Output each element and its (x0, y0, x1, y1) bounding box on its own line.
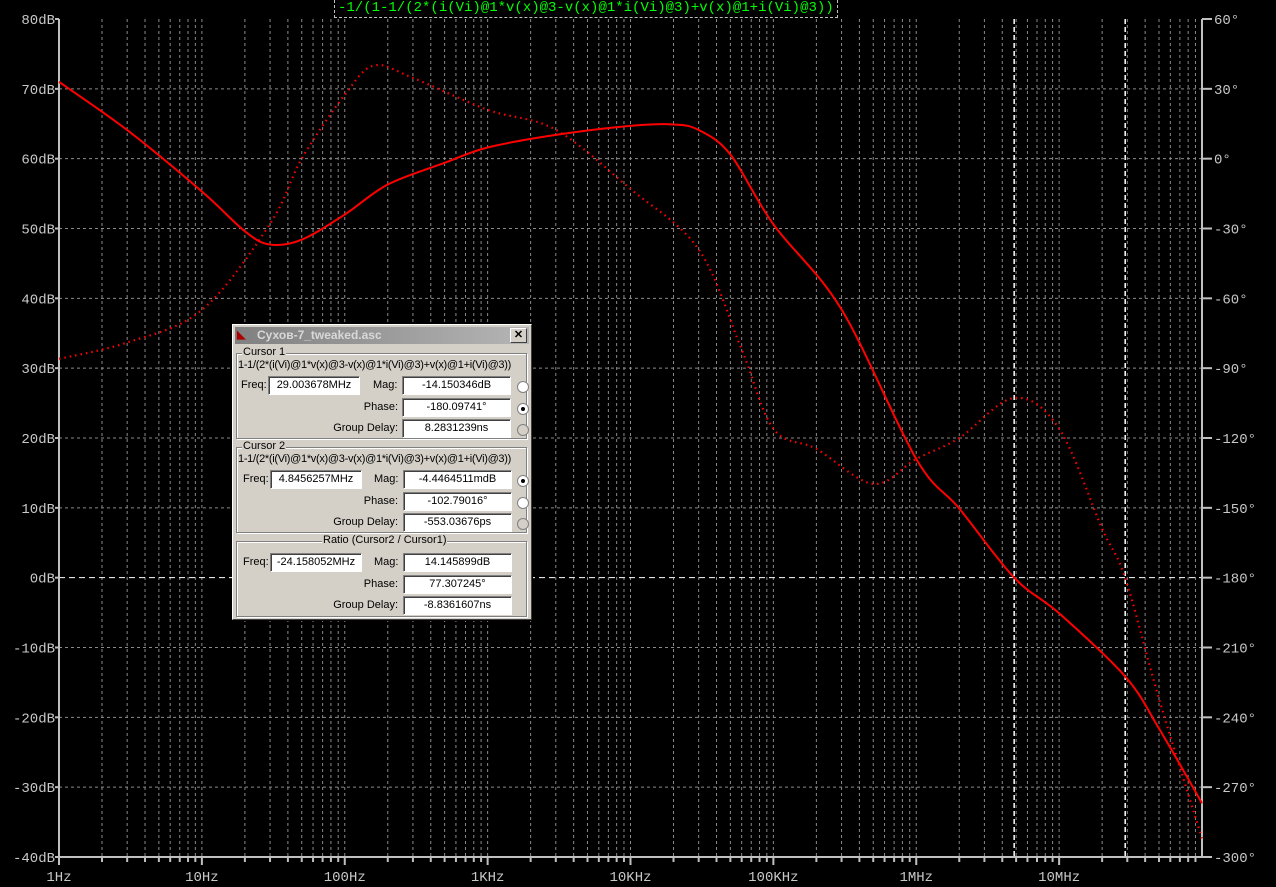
cursor2-expression: 1-1/(2*(i(Vi)@1*v(x)@3-v(x)@1*i(Vi)@3)+v… (238, 453, 511, 465)
ratio-label: Ratio (Cursor2 / Cursor1) (322, 534, 448, 546)
x-tick-label: 100Hz (324, 870, 366, 886)
cursor-dialog: ◣ Сухов-7_tweaked.asc ✕ Cursor 1 1-1/(2*… (232, 324, 532, 620)
y-left-tick-label: 10dB (21, 502, 55, 518)
x-tick-label: 10Hz (185, 870, 219, 886)
cursor1-phase-field[interactable]: -180.09741° (402, 398, 511, 417)
x-tick-label: 1KHz (471, 870, 505, 886)
y-right-tick-label: -240° (1214, 711, 1256, 727)
y-right-tick-label: -300° (1214, 851, 1256, 867)
cursor1-freq-field[interactable]: 29.003678MHz (268, 376, 360, 395)
cursor1-phase-radio[interactable] (517, 403, 529, 415)
y-right-tick-label: -30° (1214, 223, 1248, 239)
cursor2-group: Cursor 2 1-1/(2*(i(Vi)@1*v(x)@3-v(x)@1*i… (236, 440, 529, 533)
mag-label: Mag: (374, 473, 399, 485)
cursor1-group: Cursor 1 1-1/(2*(i(Vi)@1*v(x)@3-v(x)@1*i… (236, 346, 529, 439)
y-right-tick-label: 0° (1214, 153, 1231, 169)
y-left-tick-label: -10dB (13, 642, 55, 658)
y-left-tick-label: -40dB (13, 851, 55, 867)
mag-label: Mag: (373, 379, 398, 391)
cursor1-group-delay-radio[interactable] (517, 424, 529, 436)
y-left-tick-label: 50dB (21, 223, 55, 239)
y-right-tick-label: -60° (1214, 292, 1248, 308)
cursor1-expression: 1-1/(2*(i(Vi)@1*v(x)@3-v(x)@1*i(Vi)@3)+v… (238, 359, 511, 371)
cursor2-label: Cursor 2 (242, 440, 287, 452)
cursor2-freq-field[interactable]: 4.8456257MHz (270, 470, 362, 489)
y-left-tick-label: 0dB (30, 572, 55, 588)
cursor1-mag-radio[interactable] (517, 381, 529, 393)
cursor1-group-delay-field[interactable]: 8.2831239ns (402, 419, 511, 438)
y-right-tick-label: 60° (1214, 13, 1239, 29)
x-tick-label: 1MHz (899, 870, 933, 886)
trace-expression-title[interactable]: -1/(1-1/(2*(i(Vi)@1*v(x)@3-v(x)@1*i(Vi)@… (334, 0, 838, 18)
cursor2-phase-field[interactable]: -102.79016° (403, 492, 512, 511)
y-right-tick-label: -90° (1214, 362, 1248, 378)
ratio-group-delay-field[interactable]: -8.8361607ns (403, 596, 512, 615)
group-delay-label: Group Delay: (333, 599, 398, 611)
ratio-group: Ratio (Cursor2 / Cursor1) Freq: -24.1580… (236, 534, 527, 617)
y-left-tick-label: -30dB (13, 781, 55, 797)
close-button[interactable]: ✕ (510, 328, 527, 343)
dialog-title: Сухов-7_tweaked.asc (257, 328, 382, 342)
ltspice-icon: ◣ (237, 329, 246, 341)
x-tick-label: 1Hz (46, 870, 71, 886)
freq-label: Freq: (243, 556, 269, 568)
group-delay-label: Group Delay: (333, 516, 398, 528)
magnitude-trace (58, 81, 1203, 804)
phase-label: Phase: (363, 401, 398, 413)
x-tick-label: 10MHz (1038, 870, 1080, 886)
y-left-tick-label: 30dB (21, 362, 55, 378)
y-right-tick-label: -180° (1214, 572, 1256, 588)
group-delay-label: Group Delay: (333, 422, 398, 434)
mag-label: Mag: (374, 556, 399, 568)
cursor2-group-delay-radio[interactable] (517, 518, 529, 530)
phase-label: Phase: (363, 578, 398, 590)
bode-plot[interactable]: 80dB 70dB 60dB 50dB 40dB 30dB 20dB 10dB 0dB -10dB… (0, 0, 1276, 887)
cursor1-label: Cursor 1 (242, 346, 287, 358)
y-left-tick-label: 80dB (21, 13, 55, 29)
y-right-tick-label: 30° (1214, 83, 1239, 99)
y-right-tick-label: -120° (1214, 432, 1256, 448)
ratio-phase-field[interactable]: 77.307245° (403, 575, 512, 594)
phase-label: Phase: (363, 495, 398, 507)
cursor2-phase-radio[interactable] (517, 497, 529, 509)
freq-label: Freq: (241, 379, 267, 391)
y-left-tick-label: 70dB (21, 83, 55, 99)
dialog-title-bar[interactable]: ◣ Сухов-7_tweaked.asc ✕ (235, 327, 529, 344)
y-left-tick-label: 40dB (21, 292, 55, 308)
y-left-tick-label: 60dB (21, 153, 55, 169)
y-left-tick-label: 20dB (21, 432, 55, 448)
cursor2-group-delay-field[interactable]: -553.03676ps (403, 513, 512, 532)
cursor2-mag-radio[interactable] (517, 475, 529, 487)
y-right-tick-label: -150° (1214, 502, 1256, 518)
y-right-tick-label: -270° (1214, 781, 1256, 797)
x-tick-label: 10KHz (609, 870, 651, 886)
x-tick-label: 100KHz (748, 870, 798, 886)
cursor2-mag-field[interactable]: -4.4464511mdB (403, 470, 512, 489)
ratio-freq-field[interactable]: -24.158052MHz (270, 553, 362, 572)
y-right-tick-label: -210° (1214, 642, 1256, 658)
freq-label: Freq: (243, 473, 269, 485)
y-left-tick-label: -20dB (13, 711, 55, 727)
ratio-mag-field[interactable]: 14.145899dB (403, 553, 512, 572)
cursor1-mag-field[interactable]: -14.150346dB (402, 376, 511, 395)
